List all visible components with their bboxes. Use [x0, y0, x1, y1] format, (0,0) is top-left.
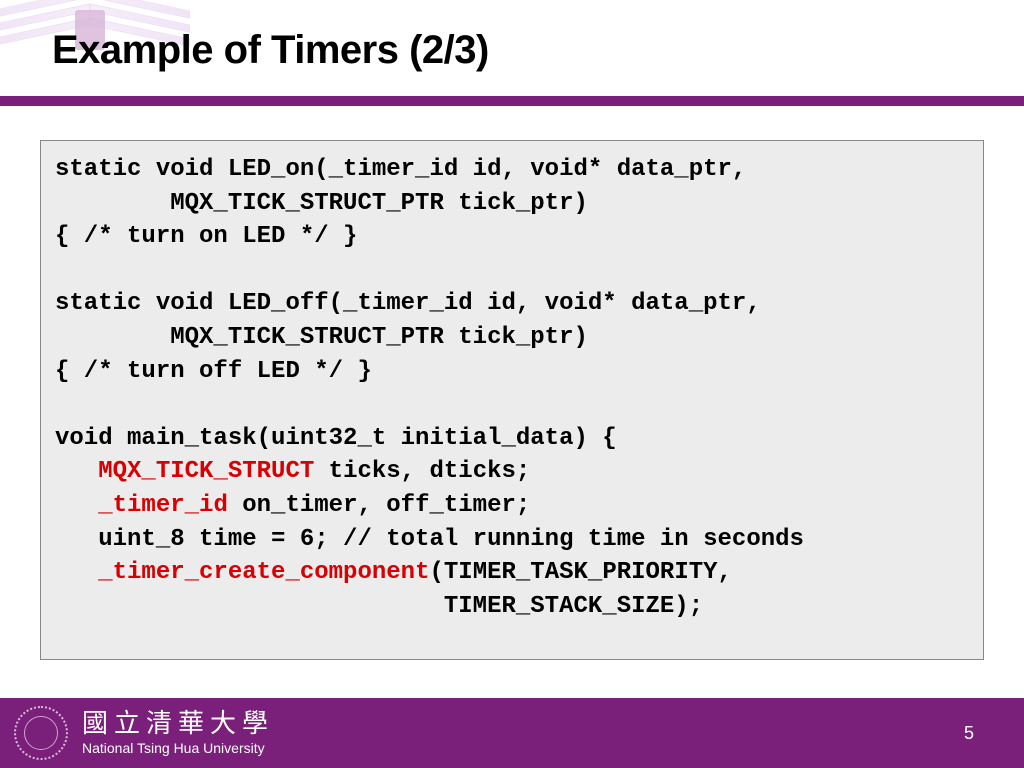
university-seal-icon [14, 706, 68, 760]
code-keyword: _timer_id [98, 492, 228, 519]
code-line: { /* turn off LED */ } [55, 358, 372, 385]
slide: Example of Timers (2/3) static void LED_… [0, 0, 1024, 768]
code-keyword: MQX_TICK_STRUCT [98, 458, 314, 485]
code-line: static void LED_on(_timer_id id, void* d… [55, 156, 746, 183]
code-line: MQX_TICK_STRUCT_PTR tick_ptr) [55, 190, 588, 217]
code-line: void main_task(uint32_t initial_data) { [55, 425, 617, 452]
code-text: ticks, dticks; [314, 458, 530, 485]
code-indent [55, 458, 98, 485]
footer: 國立清華大學 National Tsing Hua University 5 [0, 698, 1024, 768]
code-line: { /* turn on LED */ } [55, 223, 357, 250]
code-text: on_timer, off_timer; [228, 492, 530, 519]
code-keyword: _timer_create_component [98, 559, 429, 586]
footer-text: 國立清華大學 National Tsing Hua University [82, 710, 274, 757]
slide-title: Example of Timers (2/3) [52, 28, 489, 73]
code-indent [55, 559, 98, 586]
title-underline [0, 96, 1024, 106]
code-line: MQX_TICK_STRUCT_PTR tick_ptr) [55, 324, 588, 351]
code-indent [55, 492, 98, 519]
code-line: TIMER_STACK_SIZE); [55, 593, 703, 620]
code-line: static void LED_off(_timer_id id, void* … [55, 290, 761, 317]
page-number: 5 [964, 723, 974, 744]
university-name-cn: 國立清華大學 [82, 710, 274, 739]
university-name-en: National Tsing Hua University [82, 740, 274, 756]
code-block: static void LED_on(_timer_id id, void* d… [40, 140, 984, 660]
code-text: (TIMER_TASK_PRIORITY, [429, 559, 731, 586]
code-line: uint_8 time = 6; // total running time i… [55, 526, 804, 553]
